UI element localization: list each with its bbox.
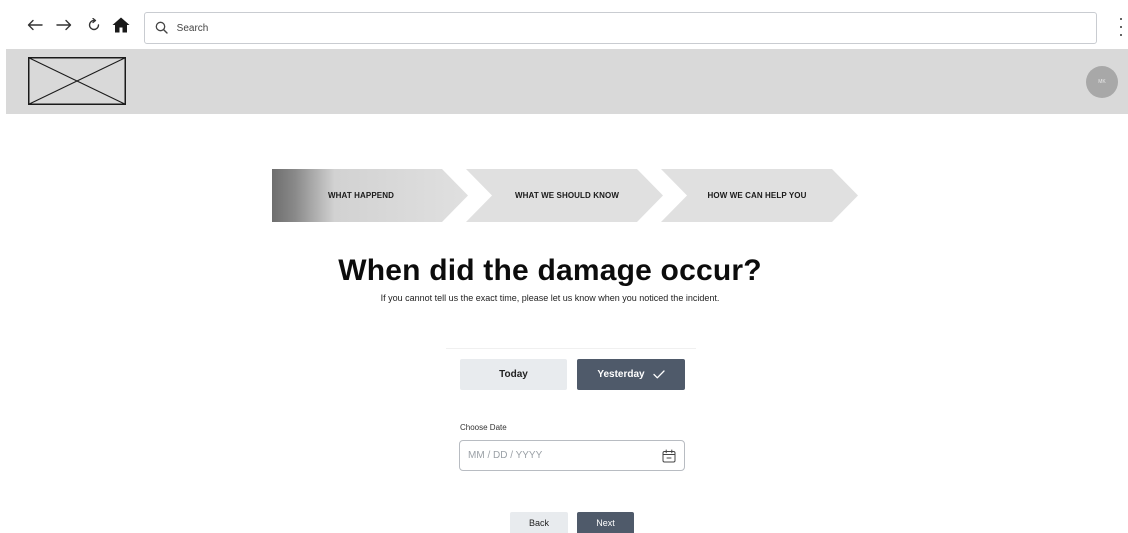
yesterday-button[interactable]: Yesterday [577, 359, 685, 390]
next-step-label: Next [596, 517, 615, 528]
logo-placeholder[interactable] [28, 57, 126, 105]
yesterday-button-label: Yesterday [597, 369, 645, 380]
next-step-button[interactable]: Next [577, 512, 634, 533]
reload-icon [88, 18, 100, 31]
avatar[interactable]: MK [1086, 66, 1118, 98]
arrow-right-icon [56, 19, 72, 31]
today-button-label: Today [499, 369, 528, 380]
search-icon [155, 21, 169, 35]
browser-toolbar [0, 0, 1128, 48]
divider [446, 348, 696, 349]
forward-button[interactable] [53, 14, 75, 36]
page-subtitle: If you cannot tell us the exact time, pl… [380, 293, 720, 303]
site-header: MK [6, 49, 1128, 114]
progress-stepper: WHAT HAPPEND WHAT WE SHOULD KNOW HOW WE … [272, 169, 858, 222]
arrow-left-icon [27, 19, 43, 31]
reload-button[interactable] [83, 14, 105, 36]
date-input[interactable] [468, 450, 662, 461]
step-what-we-should-know[interactable]: WHAT WE SHOULD KNOW [472, 169, 662, 222]
step-how-we-can-help-you[interactable]: HOW WE CAN HELP YOU [667, 169, 847, 222]
back-step-label: Back [528, 517, 549, 528]
back-button[interactable] [24, 14, 46, 36]
kebab-menu-icon[interactable] [1118, 18, 1124, 36]
step-what-happend[interactable]: WHAT HAPPEND [272, 169, 450, 222]
today-button[interactable]: Today [460, 359, 567, 390]
address-bar[interactable] [144, 12, 1097, 44]
checkmark-icon [652, 370, 665, 379]
search-input[interactable] [176, 22, 1096, 34]
home-button[interactable] [110, 14, 132, 36]
page-title: When did the damage occur? [338, 254, 762, 287]
calendar-icon[interactable] [662, 449, 676, 463]
date-field[interactable] [459, 440, 685, 471]
date-label: Choose Date [460, 423, 507, 432]
home-icon [112, 17, 130, 33]
back-step-button[interactable]: Back [510, 512, 568, 533]
